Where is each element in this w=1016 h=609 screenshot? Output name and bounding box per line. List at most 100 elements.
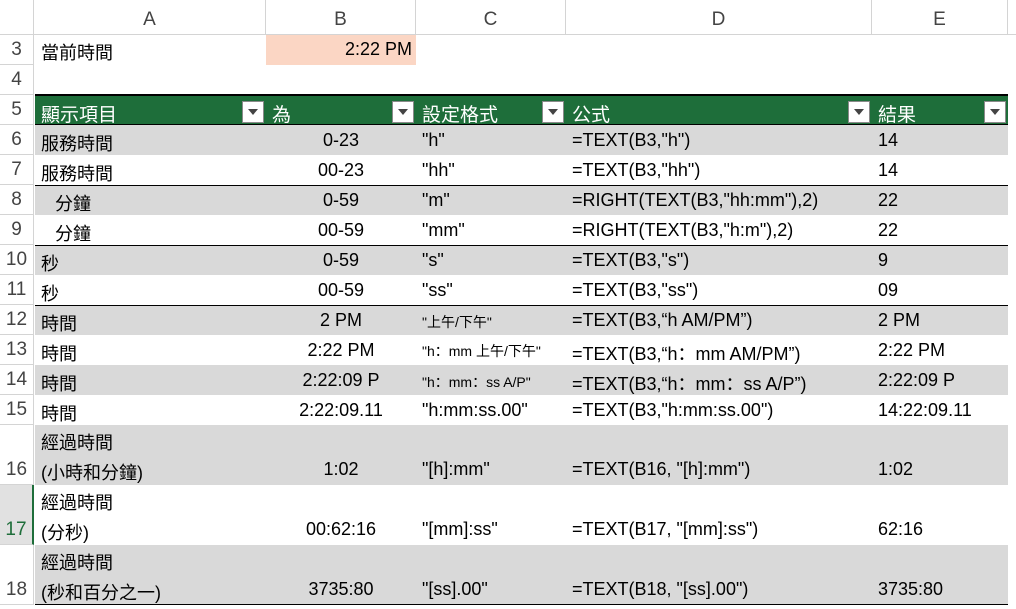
cell-d[interactable]: =TEXT(B3,"s") <box>566 246 872 275</box>
table-row: 時間 2:22:09.11 "h:mm:ss.00" =TEXT(B3,"h:m… <box>35 395 1008 425</box>
cell-e[interactable]: 22 <box>872 186 1008 215</box>
cell-e[interactable]: 62:16 <box>872 485 1008 545</box>
cell-e[interactable]: 14 <box>872 155 1008 185</box>
row-header[interactable]: 7 <box>0 155 34 185</box>
cell-d[interactable]: =RIGHT(TEXT(B3,"h:m"),2) <box>566 215 872 245</box>
cell-e[interactable]: 9 <box>872 246 1008 275</box>
cell-a3[interactable]: 當前時間 <box>35 35 266 65</box>
row-header[interactable]: 12 <box>0 305 34 335</box>
cell-c[interactable]: "h：mm：ss A/P" <box>416 365 566 395</box>
cell-a[interactable]: 分鐘 <box>35 186 266 215</box>
cell-c[interactable]: "h:mm:ss.00" <box>416 395 566 425</box>
cell-a[interactable]: 服務時間 <box>35 155 266 185</box>
cell-d[interactable]: =TEXT(B16, "[h]:mm") <box>566 425 872 485</box>
row-header[interactable]: 8 <box>0 185 34 215</box>
filter-dropdown-icon[interactable] <box>542 101 564 123</box>
cell-b[interactable]: 00-59 <box>266 215 416 245</box>
cell-d[interactable]: =TEXT(B3,“h：mm：ss A/P”) <box>566 365 872 395</box>
cell-a[interactable]: 分鐘 <box>35 215 266 245</box>
cell-c[interactable]: "[ss].00" <box>416 545 566 604</box>
cell-d[interactable]: =TEXT(B18, "[ss].00") <box>566 545 872 604</box>
cell-a[interactable]: 時間 <box>35 335 266 365</box>
cell-e[interactable]: 2 PM <box>872 306 1008 335</box>
column-header-d[interactable]: D <box>566 0 872 34</box>
cell-e[interactable]: 09 <box>872 275 1008 305</box>
cell-d[interactable]: =TEXT(B3,"hh") <box>566 155 872 185</box>
cell-b[interactable]: 2:22:09 P <box>266 365 416 395</box>
cell-c[interactable]: "m" <box>416 186 566 215</box>
cell-b[interactable]: 00-59 <box>266 275 416 305</box>
cell-b[interactable]: 3735:80 <box>266 545 416 604</box>
cell-c[interactable]: "mm" <box>416 215 566 245</box>
cell-c[interactable]: "s" <box>416 246 566 275</box>
cell-d[interactable]: =RIGHT(TEXT(B3,"hh:mm"),2) <box>566 186 872 215</box>
row-header[interactable]: 9 <box>0 215 34 245</box>
filter-dropdown-icon[interactable] <box>848 101 870 123</box>
cell-c[interactable]: "[h]:mm" <box>416 425 566 485</box>
cell-b[interactable]: 0-59 <box>266 246 416 275</box>
cell-b3[interactable]: 2:22 PM <box>266 35 416 65</box>
column-header-c[interactable]: C <box>416 0 566 34</box>
cell-b[interactable]: 2:22:09.11 <box>266 395 416 425</box>
row-header[interactable]: 16 <box>0 425 34 485</box>
cell-c[interactable]: "h" <box>416 125 566 155</box>
cell-a[interactable]: 時間 <box>35 306 266 335</box>
cell-e[interactable]: 2:22 PM <box>872 335 1008 365</box>
cell-a[interactable]: 秒 <box>35 246 266 275</box>
row-header[interactable]: 18 <box>0 545 34 605</box>
cell-b[interactable]: 0-59 <box>266 186 416 215</box>
column-header-e[interactable]: E <box>872 0 1008 34</box>
cell-b[interactable]: 1:02 <box>266 425 416 485</box>
cell-b[interactable]: 00-23 <box>266 155 416 185</box>
row-header[interactable]: 15 <box>0 395 34 425</box>
cell-c[interactable]: "ss" <box>416 275 566 305</box>
select-all-corner[interactable] <box>0 0 34 34</box>
cell-d[interactable]: =TEXT(B3,"h:mm:ss.00") <box>566 395 872 425</box>
table-row: 分鐘 0-59 "m" =RIGHT(TEXT(B3,"hh:mm"),2) 2… <box>35 185 1008 215</box>
cell-a[interactable]: 經過時間 (秒和百分之一) <box>35 545 266 604</box>
filter-dropdown-icon[interactable] <box>392 101 414 123</box>
cell-a[interactable]: 秒 <box>35 275 266 305</box>
cell-d[interactable]: =TEXT(B17, "[mm]:ss") <box>566 485 872 545</box>
filter-dropdown-icon[interactable] <box>984 101 1006 123</box>
column-header-b[interactable]: B <box>266 0 416 34</box>
current-time-value: 2:22 PM <box>344 39 412 59</box>
cell-b[interactable]: 2:22 PM <box>266 335 416 365</box>
column-header-bar: A B C D E <box>0 0 1016 35</box>
row-header[interactable]: 6 <box>0 125 34 155</box>
column-header-a[interactable]: A <box>34 0 266 34</box>
row-header[interactable]: 13 <box>0 335 34 365</box>
cell-e[interactable]: 22 <box>872 215 1008 245</box>
row-header[interactable]: 11 <box>0 275 34 305</box>
cell-d[interactable]: =TEXT(B3,“h：mm AM/PM”) <box>566 335 872 365</box>
cell-c[interactable]: "hh" <box>416 155 566 185</box>
filter-dropdown-icon[interactable] <box>242 101 264 123</box>
cell-a[interactable]: 時間 <box>35 395 266 425</box>
cell-a[interactable]: 時間 <box>35 365 266 395</box>
cell-c[interactable]: "h：mm 上午/下午" <box>416 335 566 365</box>
cell-b[interactable]: 00:62:16 <box>266 485 416 545</box>
cell-e[interactable]: 14:22:09.11 <box>872 395 1008 425</box>
row-header[interactable]: 10 <box>0 245 34 275</box>
row-header[interactable]: 5 <box>0 95 34 125</box>
cell-a[interactable]: 服務時間 <box>35 125 266 155</box>
cell-e[interactable]: 1:02 <box>872 425 1008 485</box>
cell-d[interactable]: =TEXT(B3,“h AM/PM”) <box>566 306 872 335</box>
cell-a[interactable]: 經過時間 (小時和分鐘) <box>35 425 266 485</box>
cell-d[interactable]: =TEXT(B3,"ss") <box>566 275 872 305</box>
cell-e[interactable]: 14 <box>872 125 1008 155</box>
row-header[interactable]: 14 <box>0 365 34 395</box>
cell-e[interactable]: 2:22:09 P <box>872 365 1008 395</box>
row-header[interactable]: 3 <box>0 35 34 65</box>
cell-e[interactable]: 3735:80 <box>872 545 1008 604</box>
cell-a[interactable]: 經過時間 (分秒) <box>35 485 266 545</box>
row-header[interactable]: 4 <box>0 65 34 95</box>
spreadsheet: A B C D E 3 當前時間 2:22 PM 4 5 顯示項目 為 設定格式… <box>0 0 1016 609</box>
cell-b[interactable]: 2 PM <box>266 306 416 335</box>
row-header-active[interactable]: 17 <box>0 485 34 545</box>
table-row: 經過時間 (分秒) 00:62:16 "[mm]:ss" =TEXT(B17, … <box>35 485 1008 545</box>
cell-c[interactable]: "[mm]:ss" <box>416 485 566 545</box>
cell-c[interactable]: "上午/下午" <box>416 306 566 335</box>
cell-d[interactable]: =TEXT(B3,"h") <box>566 125 872 155</box>
cell-b[interactable]: 0-23 <box>266 125 416 155</box>
